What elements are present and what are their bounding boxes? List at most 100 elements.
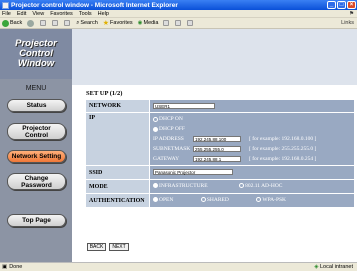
- adhoc-radio-dot: [239, 183, 245, 189]
- back-arrow-icon: [2, 19, 9, 27]
- nav-top-page-label: Top Page: [22, 217, 51, 224]
- title-bar: Projector control window - Microsoft Int…: [0, 0, 357, 10]
- dhcp-off-radio-dot: [153, 126, 158, 132]
- auth-open-radio-dot: [153, 197, 158, 203]
- page-title: SET UP (1/2): [86, 90, 123, 97]
- refresh-button[interactable]: [52, 20, 59, 26]
- zone-indicator: ◈ Local intranet: [314, 264, 353, 270]
- network-input[interactable]: USER1: [153, 102, 215, 109]
- search-button[interactable]: ⌕ Search: [76, 20, 98, 27]
- auth-open-radio[interactable]: OPEN: [153, 197, 173, 203]
- close-button[interactable]: ×: [347, 1, 356, 9]
- minimize-button[interactable]: _: [327, 1, 336, 9]
- status-bar: ▣ Done ◈ Local intranet: [0, 262, 357, 271]
- ip-address-input[interactable]: 192.245.88.100: [193, 136, 241, 142]
- nav-change-password-button[interactable]: Change Password: [7, 173, 66, 190]
- main-content: SET UP (1/2) NETWORK USER1 IP DHCP ON DH…: [72, 85, 357, 262]
- subnetmask-label: SUBNETMASK: [153, 146, 191, 152]
- subnetmask-input[interactable]: 255.255.255.0: [193, 146, 241, 152]
- header-band: [72, 29, 357, 85]
- ip-address-example: [ for example: 192.168.0.100 ]: [249, 136, 317, 142]
- links-button[interactable]: Links: [341, 20, 354, 26]
- ip-address-label: IP ADDRESS: [153, 136, 184, 142]
- nav-network-setting-button[interactable]: Network Setting: [7, 150, 66, 163]
- next-form-button[interactable]: NEXT: [109, 243, 129, 251]
- intranet-icon: ◈: [314, 264, 319, 270]
- ie-icon: [2, 1, 9, 9]
- star-icon: ★: [102, 20, 110, 27]
- gateway-label: GATEWAY: [153, 156, 180, 162]
- app-logo: Projector Control Window: [0, 29, 72, 79]
- back-button[interactable]: Back: [2, 19, 22, 27]
- search-label: Search: [80, 20, 98, 26]
- media-label: Media: [143, 20, 159, 26]
- infrastructure-label: INFRASTRUCTURE: [159, 182, 208, 189]
- favorites-button[interactable]: ★ Favorites: [103, 19, 133, 27]
- dhcp-off-radio[interactable]: DHCP OFF: [153, 126, 185, 132]
- menu-file[interactable]: File: [2, 11, 11, 17]
- back-form-button[interactable]: BACK: [87, 243, 106, 251]
- logo-line-3: Window: [17, 58, 55, 69]
- maximize-button[interactable]: □: [337, 1, 346, 9]
- ip-label: IP: [85, 112, 150, 166]
- stop-button[interactable]: [40, 20, 47, 26]
- row-mode: MODE INFRASTRUCTURE 802.11 AD-HOC: [85, 179, 355, 194]
- auth-shared-radio-dot: [200, 197, 206, 203]
- nav-projector-control-line1: Projector: [22, 124, 51, 132]
- history-button[interactable]: [163, 20, 170, 26]
- page-icon: ▣: [2, 264, 8, 270]
- menu-tools[interactable]: Tools: [79, 11, 92, 17]
- row-ssid: SSID Panasonic Projector: [85, 165, 355, 180]
- ip-address-row: IP ADDRESS 192.245.88.100 [ for example:…: [153, 134, 351, 144]
- nav-projector-control-button[interactable]: Projector Control: [7, 123, 66, 140]
- stop-icon: [40, 20, 47, 26]
- status-text: Done: [9, 264, 23, 270]
- dhcp-off-label: DHCP OFF: [159, 126, 185, 132]
- nav-status-button[interactable]: Status: [7, 99, 66, 112]
- row-authentication: AUTHENTICATION OPEN SHARED WPA-PSK: [85, 193, 355, 208]
- auth-wpapsk-radio-dot: [256, 197, 262, 203]
- setup-table: NETWORK USER1 IP DHCP ON DHCP OFF IP ADD…: [85, 99, 355, 208]
- browser-toolbar: Back ⌕ Search ★ Favorites ◉ Media Links: [0, 18, 357, 29]
- dhcp-on-radio[interactable]: DHCP ON: [153, 116, 183, 122]
- nav-top-page-button[interactable]: Top Page: [7, 214, 66, 227]
- subnetmask-example: [ for example: 255.255.255.0 ]: [249, 146, 317, 152]
- nav-change-password-line1: Change: [24, 174, 49, 182]
- menu-view[interactable]: View: [32, 11, 44, 17]
- refresh-icon: [52, 20, 59, 26]
- adhoc-label: 802.11 AD-HOC: [245, 182, 283, 189]
- search-icon: ⌕: [76, 19, 80, 26]
- forward-button[interactable]: [27, 19, 35, 27]
- media-button[interactable]: ◉ Media: [138, 20, 159, 26]
- zone-label: Local intranet: [319, 264, 353, 270]
- history-icon: [163, 20, 170, 26]
- nav-network-setting-label: Network Setting: [11, 153, 62, 160]
- ssid-input[interactable]: Panasonic Projector: [153, 169, 233, 175]
- menu-edit[interactable]: Edit: [17, 11, 26, 17]
- home-button[interactable]: [64, 20, 71, 26]
- menu-favorites[interactable]: Favorites: [50, 11, 73, 17]
- menu-heading: MENU: [25, 85, 47, 92]
- menu-help[interactable]: Help: [98, 11, 109, 17]
- print-button[interactable]: [187, 20, 194, 26]
- gateway-input[interactable]: 192.245.88.1: [193, 156, 241, 162]
- windows-logo-icon: ⚑: [349, 10, 354, 17]
- mail-button[interactable]: [175, 20, 182, 26]
- subnetmask-row: SUBNETMASK 255.255.255.0 [ for example: …: [153, 144, 351, 154]
- home-icon: [64, 20, 71, 26]
- mode-label: MODE: [85, 179, 150, 194]
- infrastructure-radio[interactable]: INFRASTRUCTURE: [153, 183, 208, 189]
- menu-bar: File Edit View Favorites Tools Help ⚑: [0, 10, 357, 18]
- gateway-example: [ for example: 192.168.0.254 ]: [249, 156, 317, 162]
- adhoc-radio[interactable]: 802.11 AD-HOC: [239, 183, 282, 189]
- row-network: NETWORK USER1: [85, 99, 355, 113]
- auth-shared-radio[interactable]: SHARED: [200, 197, 229, 203]
- print-icon: [187, 20, 194, 26]
- nav-status-label: Status: [26, 102, 47, 109]
- auth-open-label: OPEN: [159, 196, 174, 203]
- network-label: NETWORK: [85, 99, 150, 113]
- auth-wpapsk-radio[interactable]: WPA-PSK: [256, 197, 286, 203]
- mail-icon: [175, 20, 182, 26]
- infrastructure-radio-dot: [153, 183, 158, 189]
- nav-change-password-line2: Password: [21, 181, 52, 189]
